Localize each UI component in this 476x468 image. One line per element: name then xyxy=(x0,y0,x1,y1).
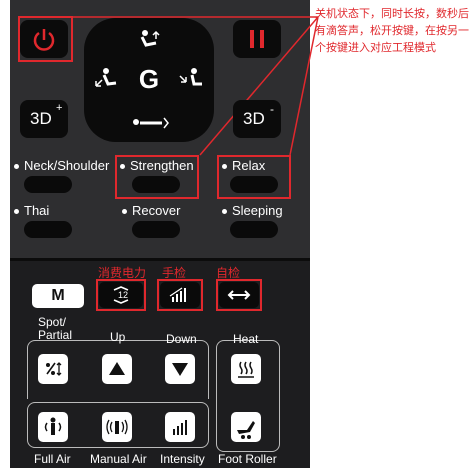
strengthen-highlight-box xyxy=(115,155,199,199)
intensity-button[interactable] xyxy=(165,412,195,442)
neck-shoulder-button[interactable] xyxy=(24,176,72,193)
recline-right-icon[interactable] xyxy=(176,66,206,97)
mode-label-recover: Recover xyxy=(122,203,180,218)
3d-minus-button[interactable]: 3D - xyxy=(233,100,281,138)
spot-partial-button[interactable] xyxy=(38,354,68,384)
3d-minus-sup: - xyxy=(270,102,274,116)
hand-check-highlight-box xyxy=(157,279,203,311)
lie-flat-icon[interactable] xyxy=(128,112,172,137)
recline-left-icon[interactable] xyxy=(92,66,122,97)
heat-button[interactable] xyxy=(231,354,261,384)
engineering-mode-note: 关机状态下，同时长按，数秒后有滴答声，松开按键，在按另一个按键进入对应工程模式 xyxy=(315,8,469,54)
relax-highlight-box xyxy=(217,155,291,199)
up-label: Up xyxy=(110,330,126,344)
manual-air-icon xyxy=(106,419,128,435)
sleeping-button[interactable] xyxy=(230,221,278,238)
power-consumption-highlight-box xyxy=(96,279,146,311)
up-arrow-icon xyxy=(109,362,125,375)
self-check-highlight-box xyxy=(216,279,262,311)
g-button[interactable]: G xyxy=(134,64,164,94)
up-button[interactable] xyxy=(102,354,132,384)
m-button[interactable]: M xyxy=(32,284,84,308)
foot-roller-label: Foot Roller xyxy=(218,452,277,466)
spot-partial-icon xyxy=(46,362,62,376)
full-air-label: Full Air xyxy=(34,452,71,466)
backrest-up-icon[interactable] xyxy=(134,28,164,57)
3d-minus-label: 3D xyxy=(243,109,265,128)
intensity-label: Intensity xyxy=(160,452,205,466)
thai-button[interactable] xyxy=(24,221,72,238)
mode-label-neck-shoulder: Neck/Shoulder xyxy=(14,158,109,173)
heat-waves-icon xyxy=(238,361,254,378)
down-arrow-icon xyxy=(172,363,188,376)
mode-label-sleeping: Sleeping xyxy=(222,203,283,218)
foot-roller-button[interactable] xyxy=(231,412,261,442)
manual-air-label: Manual Air xyxy=(90,452,147,466)
full-air-button[interactable] xyxy=(38,412,68,442)
full-air-icon xyxy=(44,417,62,435)
down-button[interactable] xyxy=(165,354,195,384)
recover-button[interactable] xyxy=(132,221,180,238)
m-label: M xyxy=(51,287,65,304)
intensity-bars-icon xyxy=(173,420,187,435)
foot-roller-icon xyxy=(237,421,255,439)
down-label: Down xyxy=(166,332,197,346)
heat-label: Heat xyxy=(233,332,259,346)
mode-label-thai: Thai xyxy=(14,203,49,218)
manual-air-button[interactable] xyxy=(102,412,132,442)
3d-plus-label: 3D xyxy=(30,109,52,128)
3d-plus-button[interactable]: 3D + xyxy=(20,100,68,138)
3d-plus-sup: + xyxy=(56,102,63,114)
spot-partial-label: Spot/ Partial xyxy=(38,315,73,342)
